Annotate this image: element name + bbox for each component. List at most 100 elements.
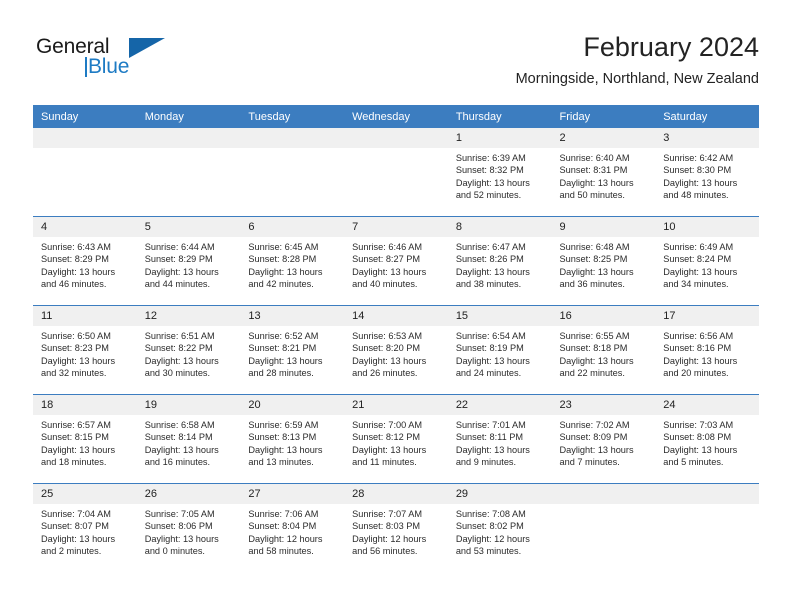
day-number: 11 [33,306,137,326]
day-sun-info: Sunrise: 6:48 AM Sunset: 8:25 PM Daylight:… [552,237,656,291]
calendar-day-cell[interactable]: 5 Sunrise: 6:44 AM Sunset: 8:29 PM Daylight… [136,216,241,306]
calendar-day-cell[interactable]: 21 Sunrise: 7:00 AM Sunset: 8:12 PM Dayligh… [344,394,448,484]
daylight-text-line2: and 2 minutes. [41,546,102,557]
daylight-text-line2: and 44 minutes. [144,279,211,290]
calendar-week-row: 11 Sunrise: 6:50 AM Sunset: 8:23 PM Dayligh… [33,305,759,395]
calendar-day-cell[interactable]: 18 Sunrise: 6:57 AM Sunset: 8:15 PM Dayligh… [33,394,137,484]
day-number: 19 [136,395,241,415]
calendar-day-cell[interactable]: 26 Sunrise: 7:05 AM Sunset: 8:06 PM Dayligh… [136,483,241,572]
calendar-day-cell[interactable]: 1 Sunrise: 6:39 AM Sunset: 8:32 PM Daylight… [447,128,552,217]
calendar-page: General Blue February 2024 Morningside, … [0,0,792,612]
calendar-day-cell[interactable]: 23 Sunrise: 7:02 AM Sunset: 8:09 PM Dayligh… [551,394,656,484]
day-sun-info: Sunrise: 7:07 AM Sunset: 8:03 PM Daylight:… [344,504,448,558]
sunrise-text: Sunrise: 6:55 AM [559,331,630,341]
sunset-text: Sunset: 8:30 PM [663,165,732,176]
weekday-header-thursday: Thursday [447,105,552,128]
daylight-text-line2: and 30 minutes. [144,368,211,379]
calendar-day-cell[interactable]: 12 Sunrise: 6:51 AM Sunset: 8:22 PM Dayligh… [136,305,241,395]
calendar-day-cell[interactable]: 3 Sunrise: 6:42 AM Sunset: 8:30 PM Daylight… [655,128,759,217]
logo-divider [85,57,87,77]
sunset-text: Sunset: 8:29 PM [144,254,213,265]
calendar-day-cell[interactable]: 28 Sunrise: 7:07 AM Sunset: 8:03 PM Dayligh… [344,483,448,572]
calendar-day-cell[interactable]: 13 Sunrise: 6:52 AM Sunset: 8:21 PM Dayligh… [240,305,345,395]
calendar-day-cell[interactable]: 7 Sunrise: 6:46 AM Sunset: 8:27 PM Daylight… [344,216,448,306]
calendar-day-cell[interactable]: 22 Sunrise: 7:01 AM Sunset: 8:11 PM Dayligh… [447,394,552,484]
sunrise-text: Sunrise: 6:46 AM [352,242,423,252]
day-number: 3 [655,128,759,148]
day-sun-info: Sunrise: 6:47 AM Sunset: 8:26 PM Daylight:… [448,237,552,291]
day-sun-info: Sunrise: 6:57 AM Sunset: 8:15 PM Daylight:… [33,415,137,469]
sunrise-text: Sunrise: 7:05 AM [144,509,215,519]
calendar-day-cell[interactable]: 8 Sunrise: 6:47 AM Sunset: 8:26 PM Daylight… [447,216,552,306]
calendar-day-cell[interactable]: 15 Sunrise: 6:54 AM Sunset: 8:19 PM Dayligh… [447,305,552,395]
day-number: 14 [344,306,448,326]
daylight-text-line2: and 26 minutes. [352,368,418,379]
day-sun-info: Sunrise: 6:59 AM Sunset: 8:13 PM Daylight:… [240,415,344,469]
calendar-day-cell[interactable]: 24 Sunrise: 7:03 AM Sunset: 8:08 PM Dayligh… [655,394,759,484]
daylight-text-line1: Daylight: 12 hours [352,533,427,544]
day-sun-info: Sunrise: 7:04 AM Sunset: 8:07 PM Daylight:… [33,504,137,558]
day-number: 15 [447,306,552,326]
day-sun-info: Sunrise: 6:42 AM Sunset: 8:30 PM Daylight:… [655,148,759,202]
sunset-text: Sunset: 8:22 PM [144,343,213,354]
daylight-text-line1: Daylight: 13 hours [663,266,738,277]
sunset-text: Sunset: 8:24 PM [663,254,732,265]
daylight-text-line1: Daylight: 13 hours [41,355,116,366]
sunset-text: Sunset: 8:28 PM [248,254,317,265]
day-sun-info: Sunrise: 6:52 AM Sunset: 8:21 PM Daylight:… [240,326,344,380]
calendar-empty-cell [136,128,241,217]
sunrise-text: Sunrise: 6:45 AM [248,242,319,252]
calendar-day-cell[interactable]: 4 Sunrise: 6:43 AM Sunset: 8:29 PM Daylight… [33,216,137,306]
daylight-text-line1: Daylight: 13 hours [663,177,738,188]
calendar-day-cell[interactable]: 6 Sunrise: 6:45 AM Sunset: 8:28 PM Daylight… [240,216,345,306]
day-number: 28 [344,484,448,504]
calendar-week-row: 18 Sunrise: 6:57 AM Sunset: 8:15 PM Dayligh… [33,394,759,484]
day-number: 9 [551,217,656,237]
sunrise-text: Sunrise: 6:49 AM [663,242,734,252]
day-number [655,484,759,504]
calendar-week-row: 25 Sunrise: 7:04 AM Sunset: 8:07 PM Dayligh… [33,483,759,572]
daylight-text-line1: Daylight: 13 hours [248,266,323,277]
day-number: 16 [551,306,656,326]
calendar-day-cell[interactable]: 20 Sunrise: 6:59 AM Sunset: 8:13 PM Dayligh… [240,394,345,484]
calendar-day-cell[interactable]: 2 Sunrise: 6:40 AM Sunset: 8:31 PM Daylight… [551,128,656,217]
daylight-text-line1: Daylight: 13 hours [41,533,116,544]
calendar-day-cell[interactable]: 10 Sunrise: 6:49 AM Sunset: 8:24 PM Dayligh… [655,216,759,306]
sunrise-text: Sunrise: 7:08 AM [455,509,526,519]
sunrise-text: Sunrise: 6:40 AM [559,153,630,163]
calendar-day-cell[interactable]: 9 Sunrise: 6:48 AM Sunset: 8:25 PM Daylight… [551,216,656,306]
calendar-empty-cell [655,483,759,572]
day-sun-info: Sunrise: 6:39 AM Sunset: 8:32 PM Daylight:… [448,148,552,202]
weekday-header-monday: Monday [136,105,241,128]
sunrise-text: Sunrise: 6:51 AM [144,331,215,341]
sunrise-text: Sunrise: 6:42 AM [663,153,734,163]
day-sun-info: Sunrise: 7:03 AM Sunset: 8:08 PM Daylight:… [655,415,759,469]
sunset-text: Sunset: 8:02 PM [455,521,524,532]
calendar-empty-cell [33,128,137,217]
day-number: 22 [447,395,552,415]
daylight-text-line2: and 36 minutes. [559,279,625,290]
calendar-day-cell[interactable]: 16 Sunrise: 6:55 AM Sunset: 8:18 PM Dayligh… [551,305,656,395]
calendar-day-cell[interactable]: 19 Sunrise: 6:58 AM Sunset: 8:14 PM Dayligh… [136,394,241,484]
daylight-text-line2: and 24 minutes. [455,368,522,379]
daylight-text-line2: and 5 minutes. [663,457,724,468]
sunrise-text: Sunrise: 7:01 AM [455,420,526,430]
day-sun-info: Sunrise: 6:46 AM Sunset: 8:27 PM Daylight:… [344,237,448,291]
daylight-text-line1: Daylight: 12 hours [248,533,323,544]
day-number: 8 [447,217,552,237]
sunrise-text: Sunrise: 7:02 AM [559,420,630,430]
calendar-day-cell[interactable]: 17 Sunrise: 6:56 AM Sunset: 8:16 PM Dayligh… [655,305,759,395]
calendar-day-cell[interactable]: 14 Sunrise: 6:53 AM Sunset: 8:20 PM Dayligh… [344,305,448,395]
weekday-header-row: Sunday Monday Tuesday Wednesday Thursday… [33,105,759,128]
calendar-day-cell[interactable]: 27 Sunrise: 7:06 AM Sunset: 8:04 PM Dayligh… [240,483,345,572]
page-title: February 2024 [583,32,759,62]
day-number: 2 [551,128,656,148]
calendar-day-cell[interactable]: 29 Sunrise: 7:08 AM Sunset: 8:02 PM Dayligh… [447,483,552,572]
day-sun-info: Sunrise: 6:55 AM Sunset: 8:18 PM Daylight:… [552,326,656,380]
sunrise-text: Sunrise: 7:07 AM [352,509,423,519]
calendar-week-row: 4 Sunrise: 6:43 AM Sunset: 8:29 PM Daylight… [33,216,759,306]
calendar-day-cell[interactable]: 25 Sunrise: 7:04 AM Sunset: 8:07 PM Dayligh… [33,483,137,572]
daylight-text-line2: and 0 minutes. [144,546,205,557]
calendar-day-cell[interactable]: 11 Sunrise: 6:50 AM Sunset: 8:23 PM Dayligh… [33,305,137,395]
sunset-text: Sunset: 8:09 PM [559,432,628,443]
